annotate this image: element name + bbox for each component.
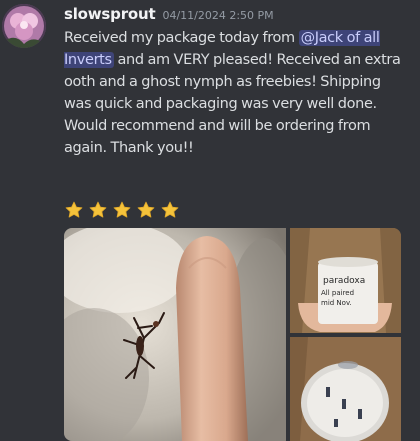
username[interactable]: slowsprout (64, 5, 156, 23)
star-icon (161, 201, 179, 218)
mantis-finger-photo (64, 228, 286, 441)
chat-message: slowsprout 04/11/2024 2:50 PM Received m… (0, 0, 420, 441)
timestamp: 04/11/2024 2:50 PM (162, 9, 274, 22)
star-icon (137, 201, 155, 218)
cup-label-line3: mid Nov. (321, 299, 352, 307)
star-icon (113, 201, 131, 218)
avatar-flower-icon (2, 4, 46, 48)
star-icon (65, 201, 83, 218)
cup-label-line2: All paired (321, 289, 354, 297)
attachment-image-labeled-cup[interactable]: paradoxa All paired mid Nov. (290, 228, 401, 333)
star-rating (64, 200, 180, 224)
star-icon (89, 201, 107, 218)
message-content: Received my package today from @Jack of … (64, 27, 409, 159)
cup-lid-photo (290, 337, 401, 441)
labeled-cup-photo: paradoxa All paired mid Nov. (290, 228, 401, 333)
message-header: slowsprout 04/11/2024 2:50 PM (64, 5, 274, 25)
attachment-image-cup-lid[interactable] (290, 337, 401, 441)
message-text-start: Received my package today from (64, 30, 299, 46)
avatar[interactable] (2, 4, 46, 48)
cup-label-line1: paradoxa (323, 276, 365, 286)
image-attachments: paradoxa All paired mid Nov. (64, 228, 401, 441)
message-text-end: and am VERY pleased! Received an extra o… (64, 52, 401, 156)
attachment-image-mantis-on-finger[interactable] (64, 228, 286, 441)
